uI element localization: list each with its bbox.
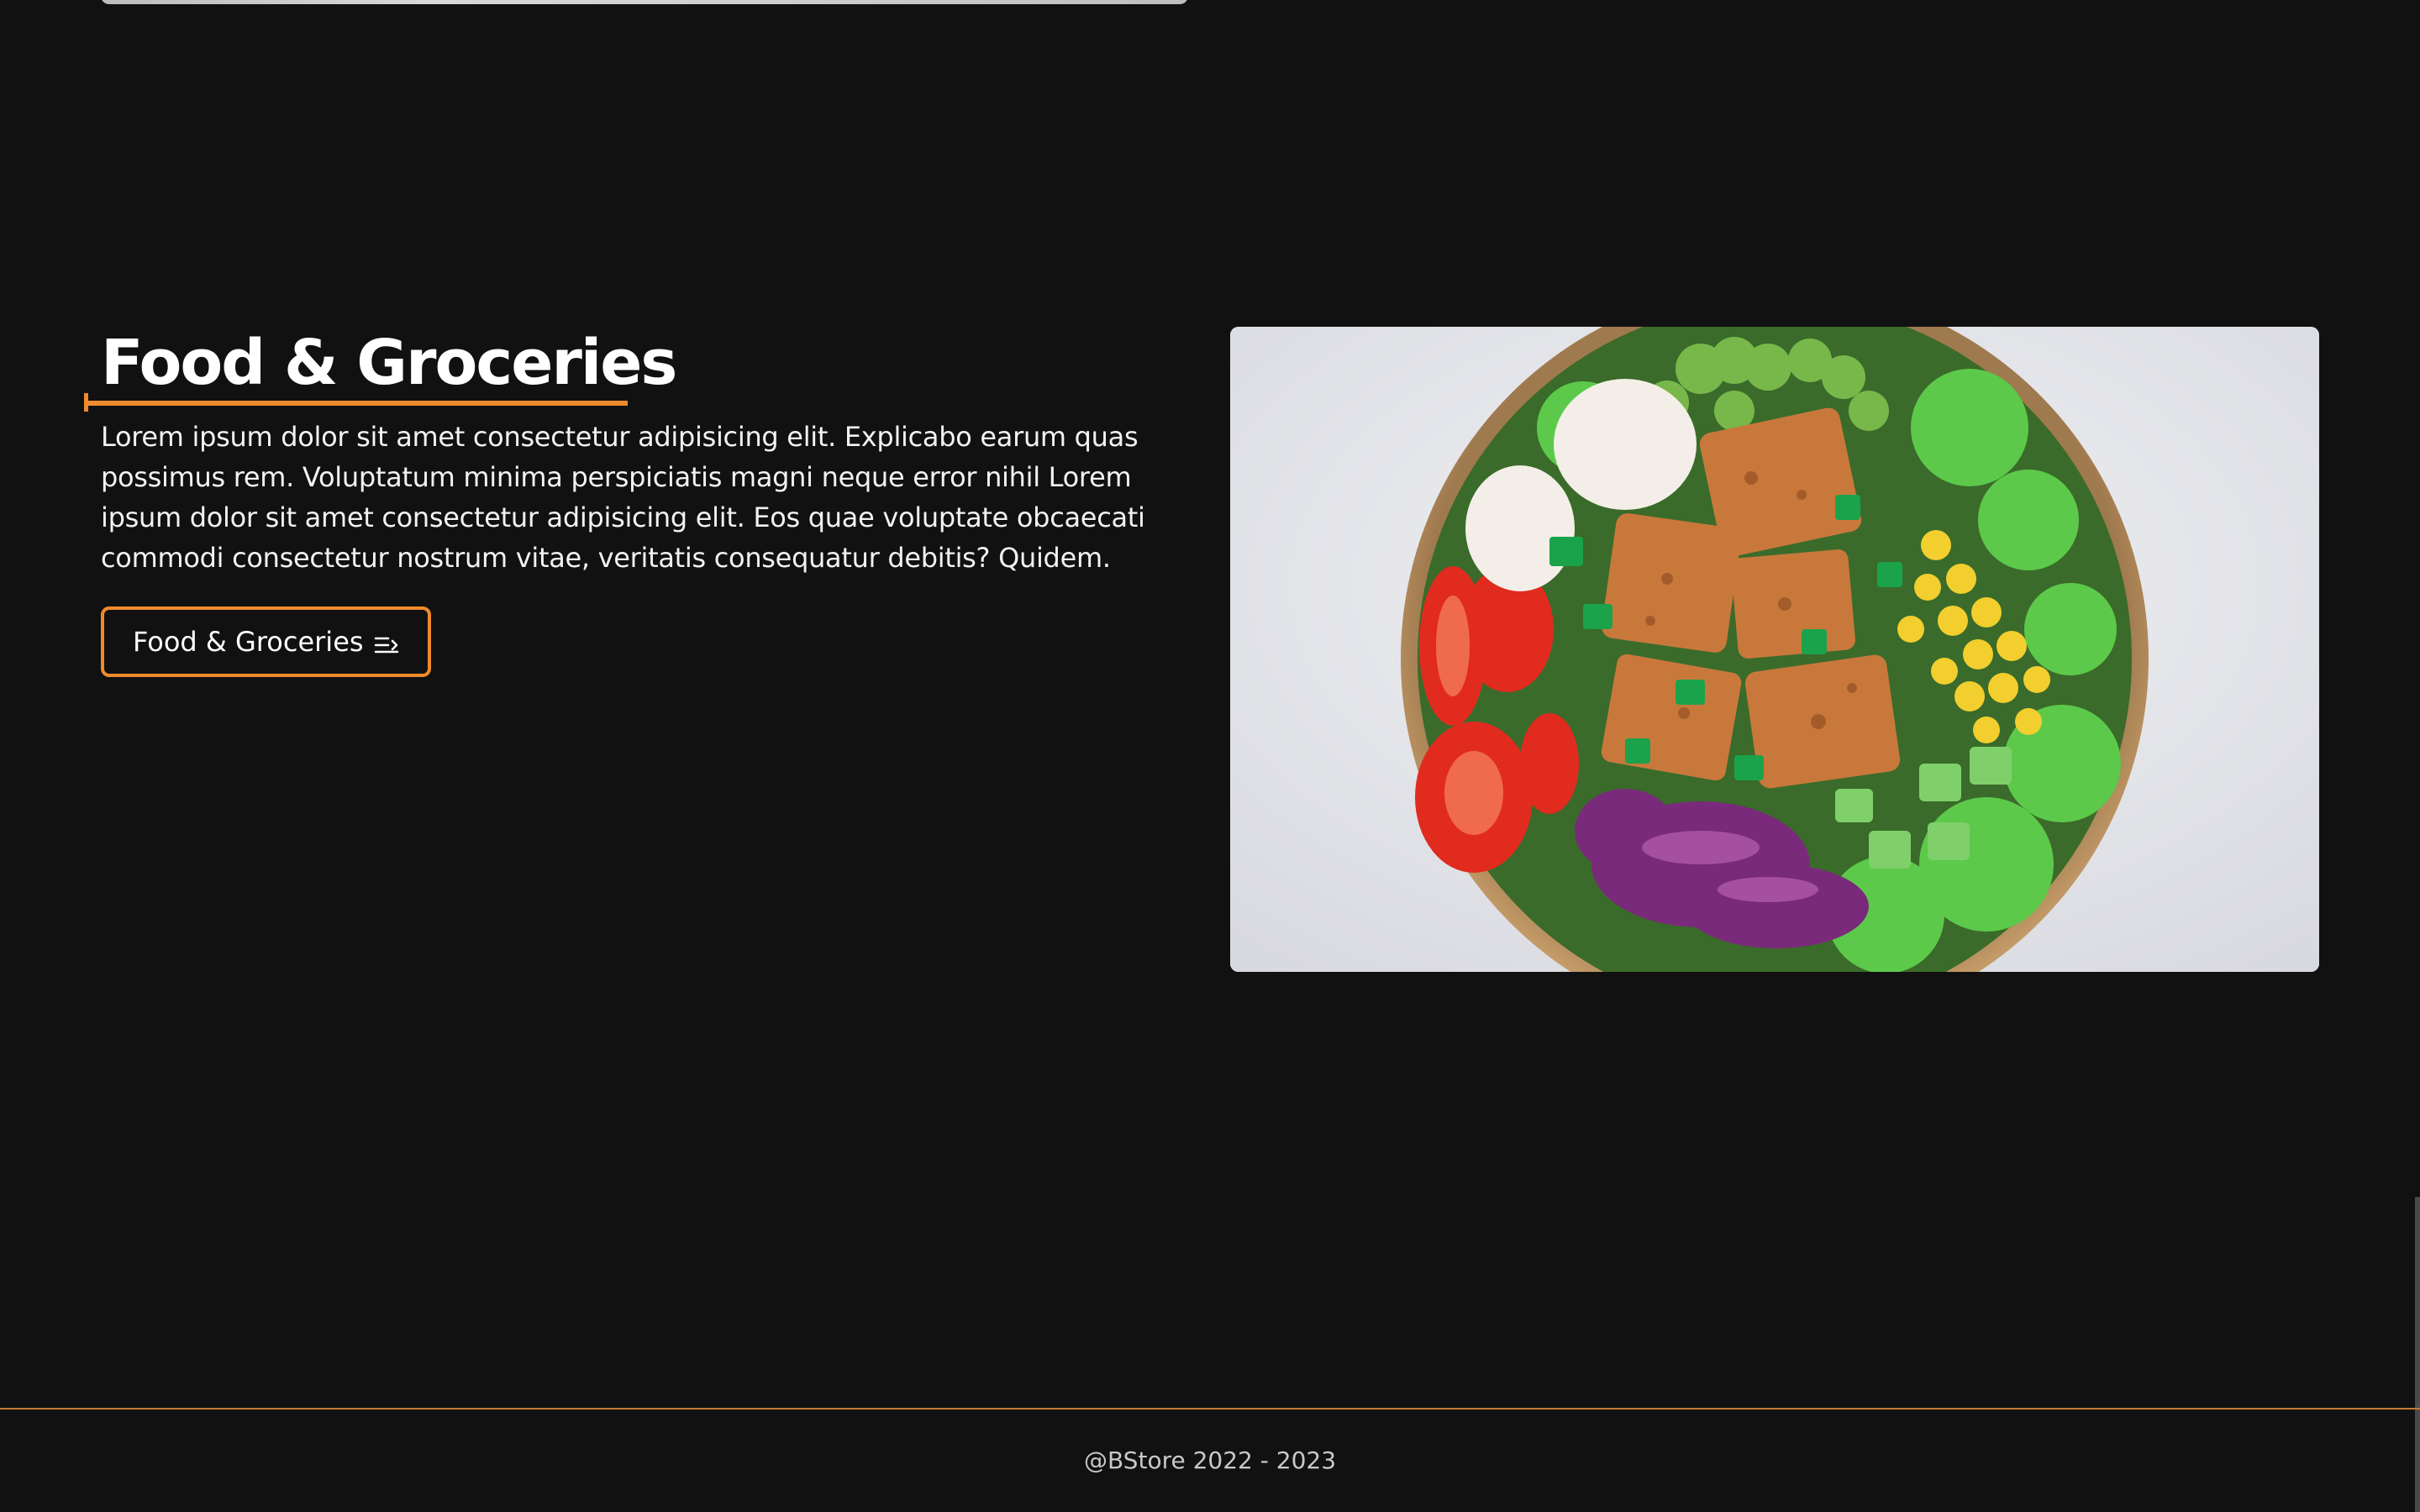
- section-text: Food & Groceries Lorem ipsum dolor sit a…: [84, 326, 1176, 677]
- previous-section-image: [101, 0, 1188, 4]
- food-groceries-section: Food & Groceries Lorem ipsum dolor sit a…: [84, 326, 2319, 973]
- title-underline: [84, 401, 628, 406]
- button-label: Food & Groceries: [133, 626, 364, 658]
- section-heading: Food & Groceries: [84, 326, 677, 412]
- food-groceries-button[interactable]: Food & Groceries: [101, 606, 431, 677]
- salad-bowl-image: [1230, 327, 2319, 972]
- page-footer: @BStore 2022 - 2023: [0, 1408, 2420, 1512]
- menu-arrow-icon: [374, 631, 399, 654]
- section-title: Food & Groceries: [101, 327, 677, 399]
- footer-copyright: @BStore 2022 - 2023: [1083, 1446, 1337, 1474]
- section-description: Lorem ipsum dolor sit amet consectetur a…: [101, 421, 1145, 574]
